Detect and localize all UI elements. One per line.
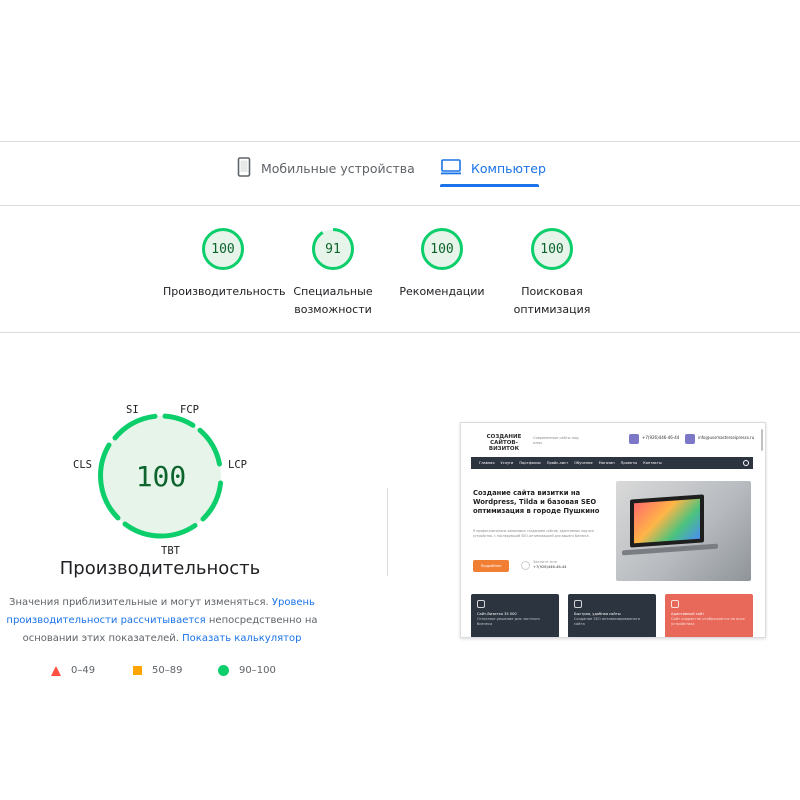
shield-icon — [477, 600, 485, 608]
shot-hero-title: Создание сайта визитки на Wordpress, Til… — [473, 489, 600, 515]
metric-lcp-label[interactable]: LCP — [228, 459, 247, 471]
gauge-performance-label-line: Производительность — [163, 285, 286, 298]
shot-nav-item: Главная — [479, 461, 495, 465]
gauge-seo-score: 100 — [540, 241, 564, 257]
tab-mobile[interactable]: Мобильные устройства — [237, 150, 415, 186]
shot-card-text: Отличное решение для частного бизнеса — [477, 617, 540, 626]
leaf-icon — [574, 600, 582, 608]
legend-average: 50–89 — [133, 665, 182, 676]
gauge-best-practices-score: 100 — [430, 241, 454, 257]
gauge-seo-label-line2: оптимизация — [513, 303, 591, 316]
metric-si-label[interactable]: SI — [126, 404, 139, 416]
shot-phone: +7(926)446-46-44 — [642, 435, 680, 440]
gauges-divider — [0, 332, 800, 333]
shot-logo: СОЗДАНИЕ САЙТОВ-ВИЗИТОК — [486, 434, 522, 452]
triangle-icon — [51, 665, 61, 676]
shot-nav-item: Услуги — [500, 461, 514, 465]
gauge-performance-score: 100 — [211, 241, 235, 257]
chart-icon — [671, 600, 679, 608]
gauge-seo[interactable]: 100 — [530, 227, 574, 271]
shot-nav-item: Прайс-лист — [546, 461, 569, 465]
shot-nav-item: Магазин — [598, 461, 615, 465]
tabs-divider — [0, 205, 800, 206]
tab-desktop[interactable]: Компьютер — [441, 150, 546, 186]
shot-nav: Главная Услуги Портфолио Прайс-лист Обуч… — [471, 457, 753, 469]
metric-cls-label[interactable]: CLS — [73, 459, 92, 471]
legend-fail-label: 0–49 — [71, 665, 96, 676]
shot-hero-text: Я профессионально занимаюсь созданием са… — [473, 529, 594, 538]
mail-icon — [685, 434, 695, 444]
gauge-seo-label: Поисковая оптимизация — [492, 283, 612, 319]
legend-pass-label: 90–100 — [239, 665, 276, 676]
shot-card: Адаптивный сайт Сайт корректно отображае… — [665, 594, 753, 637]
shot-nav-item: Проекты — [620, 461, 638, 465]
circle-icon — [218, 665, 229, 676]
performance-title: Производительность — [59, 558, 261, 579]
performance-big-gauge: 100 — [95, 410, 227, 542]
gauge-best-practices-label-line: Рекомендации — [399, 285, 485, 298]
final-screenshot: СОЗДАНИЕ САЙТОВ-ВИЗИТОК Современные сайт… — [460, 422, 766, 638]
shot-card: Быстрая, удобная сайты Создание SEO опти… — [568, 594, 656, 637]
tab-desktop-label: Компьютер — [471, 160, 546, 176]
shot-hero-phone: Звоните мне +7(926)446-46-44 — [533, 560, 567, 570]
gauge-accessibility-label-line2: возможности — [294, 303, 372, 316]
gauge-accessibility-label-line1: Специальные — [293, 285, 373, 298]
shot-nav-item: Обучение — [574, 461, 593, 465]
shot-scrollbar — [761, 429, 763, 451]
laptop-screen — [630, 494, 704, 548]
square-icon — [133, 666, 142, 675]
tab-mobile-label: Мобильные устройства — [261, 160, 415, 176]
gauge-accessibility-label: Специальные возможности — [273, 283, 393, 319]
smartphone-icon — [237, 156, 251, 180]
shot-email: info@ussmasterseipresss.ru — [698, 435, 755, 440]
gauge-performance[interactable]: 100 — [201, 227, 245, 271]
metric-fcp-label[interactable]: FCP — [180, 404, 199, 416]
shot-nav-item: Портфолио — [519, 461, 541, 465]
shot-card: Сайт-Визитка 35 000 Отличное решение для… — [471, 594, 559, 637]
phone-circle-icon — [521, 561, 530, 570]
legend-fail: 0–49 — [51, 665, 95, 676]
description-prefix: Значения приблизительные и могут изменят… — [9, 597, 269, 608]
laptop-image — [616, 481, 751, 581]
legend-pass: 90–100 — [218, 665, 276, 676]
performance-big-score: 100 — [135, 459, 187, 493]
gauge-best-practices-label: Рекомендации — [382, 283, 502, 301]
desktop-icon — [441, 158, 461, 178]
gauge-performance-label: Производительность — [163, 283, 286, 301]
gauge-seo-label-line1: Поисковая — [521, 285, 583, 298]
search-icon — [743, 460, 749, 466]
show-calculator-link[interactable]: Показать калькулятор — [182, 633, 301, 644]
active-tab-indicator — [440, 184, 539, 187]
vertical-separator — [387, 488, 388, 576]
shot-card-text: Создание SEO оптимизированного сайта — [574, 617, 640, 626]
metric-tbt-label[interactable]: TBT — [161, 545, 180, 557]
top-divider — [0, 141, 800, 142]
shot-nav-item: Контакты — [643, 461, 662, 465]
gauge-best-practices[interactable]: 100 — [420, 227, 464, 271]
shot-card-text: Сайт корректно отображается на всех устр… — [671, 617, 745, 626]
performance-description: Значения приблизительные и могут изменят… — [4, 594, 320, 648]
gauge-accessibility[interactable]: 91 — [311, 227, 355, 271]
gauge-accessibility-score: 91 — [325, 241, 341, 257]
legend-average-label: 50–89 — [152, 665, 183, 676]
shot-phone-number: +7(926)446-46-44 — [533, 565, 567, 569]
shot-hero-button: Подробнее — [473, 560, 509, 572]
shot-tagline: Современные сайты под ключ — [533, 436, 579, 445]
phone-icon — [629, 434, 639, 444]
